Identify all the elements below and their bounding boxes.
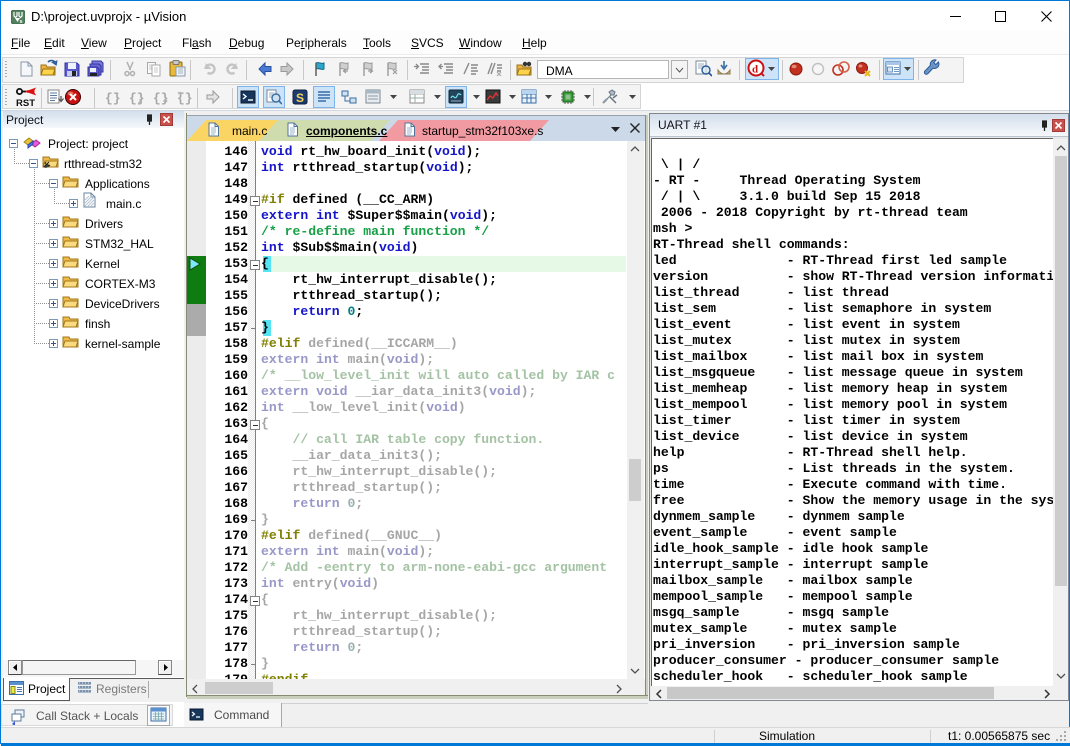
svg-text:S: S <box>296 91 304 105</box>
svg-text:d: d <box>752 64 758 76</box>
svg-text:{}: {} <box>129 91 145 105</box>
svg-text:s: s <box>20 19 23 24</box>
svg-text:{}: {} <box>153 91 169 105</box>
